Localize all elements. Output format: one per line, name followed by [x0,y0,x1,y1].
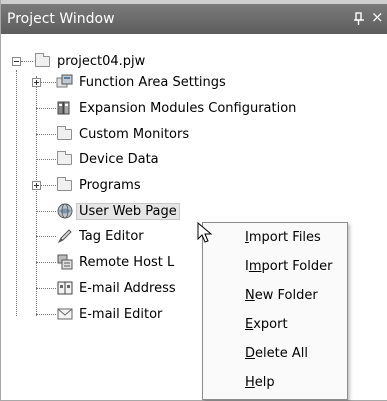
tree-node-remote-host-list[interactable]: Remote Host L [56,251,174,273]
menu-item-delete-all[interactable]: Delete All [203,339,347,368]
tree-connector [36,159,56,160]
tree-node-expansion-modules[interactable]: Expansion Modules Configuration [56,97,296,119]
tree-node-user-web-page[interactable]: User Web Page [56,200,180,222]
close-icon[interactable]: × [371,10,384,25]
tree-connector [21,61,33,62]
window-title: Project Window [7,11,115,27]
menu-item-new-folder[interactable]: New Folder [203,281,347,310]
remote-host-icon [56,253,74,271]
expand-toggle-programs[interactable] [32,181,41,190]
project-folder-icon [34,52,52,70]
menu-item-import-folder[interactable]: Import Folder [203,252,347,281]
folder-icon [56,150,74,168]
tree-node-label: Remote Host L [79,254,175,270]
tree-node-email-editor[interactable]: E-mail Editor [56,303,162,325]
mouse-cursor-icon [197,222,213,243]
tree-node-label: project04.pjw [57,53,146,69]
menu-item-export[interactable]: Export [203,310,347,339]
tree-node-label: Custom Monitors [79,126,190,142]
tree-node-label: Programs [79,177,141,193]
collapse-toggle[interactable] [12,57,21,66]
menu-item-help[interactable]: Help [203,368,347,397]
module-icon [56,99,74,117]
tree-node-label: Function Area Settings [79,74,226,90]
tree-connector [36,314,56,315]
window-titlebar: Project Window × [1,0,387,34]
pin-icon[interactable] [353,12,365,26]
tree-node-label: E-mail Address [79,280,176,296]
tree-connector [36,262,56,263]
context-menu: Import Files Import Folder New Folder Ex… [202,222,348,400]
tree-node-root[interactable]: project04.pjw [34,50,145,72]
tag-pencil-icon [56,227,74,245]
globe-icon [56,202,74,220]
tree-connector [36,211,56,212]
expand-toggle-function-area[interactable] [32,78,41,87]
folder-icon [56,125,74,143]
tree-connector [36,236,56,237]
tree-node-label: Tag Editor [79,228,144,244]
tree-node-tag-editor[interactable]: Tag Editor [56,225,144,247]
tree-node-custom-monitors[interactable]: Custom Monitors [56,123,189,145]
tree-node-device-data[interactable]: Device Data [56,148,159,170]
folder-icon [56,176,74,194]
tree-connector [16,70,17,316]
envelope-icon [56,305,74,323]
tree-connector [36,76,37,316]
tree-node-email-address[interactable]: E-mail Address [56,277,176,299]
tree-node-programs[interactable]: Programs [56,174,141,196]
tree-connector [36,134,56,135]
tree-node-label: User Web Page [76,202,180,220]
tree-node-function-area-settings[interactable]: Function Area Settings [56,71,226,93]
tree-connector [36,108,56,109]
menu-item-import-files[interactable]: Import Files [203,223,347,252]
tree-node-label: Device Data [79,151,159,167]
tree-node-label: Expansion Modules Configuration [79,100,297,116]
address-book-icon [56,279,74,297]
function-area-icon [56,73,74,91]
tree-node-label: E-mail Editor [79,306,163,322]
project-window: Project Window × project04.pjw Function … [0,0,387,401]
tree-connector [36,288,56,289]
